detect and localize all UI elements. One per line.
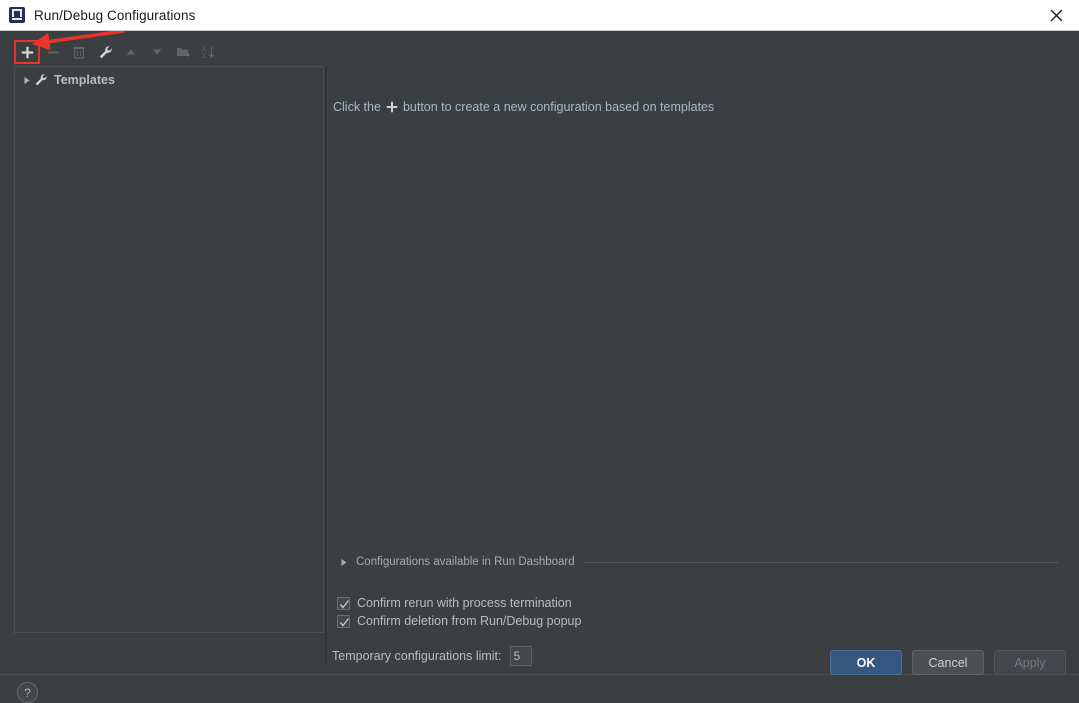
wrench-icon	[33, 72, 49, 88]
sort-configurations-button: A Z	[196, 40, 222, 64]
checkmark-icon	[339, 617, 350, 627]
copy-configuration-button	[66, 40, 92, 64]
run-dashboard-section[interactable]: Configurations available in Run Dashboar…	[336, 554, 1060, 570]
window-titlebar: Run/Debug Configurations	[0, 0, 1079, 31]
question-mark-icon: ?	[24, 685, 31, 700]
move-into-folder-button	[170, 40, 196, 64]
remove-configuration-button	[40, 40, 66, 64]
help-button[interactable]: ?	[17, 682, 38, 703]
configurations-toolbar: A Z	[14, 39, 222, 65]
temp-configurations-limit-label: Temporary configurations limit:	[332, 649, 502, 663]
collapsed-triangle-icon[interactable]	[19, 73, 33, 87]
svg-text:A: A	[202, 48, 206, 54]
move-down-button	[144, 40, 170, 64]
close-icon	[1050, 9, 1063, 22]
confirm-delete-checkbox-row[interactable]: Confirm deletion from Run/Debug popup	[337, 614, 581, 628]
close-window-button[interactable]	[1033, 0, 1079, 30]
apply-button: Apply	[994, 650, 1066, 675]
wrench-icon	[98, 45, 113, 60]
checkmark-icon	[339, 599, 350, 609]
copy-icon	[72, 45, 86, 59]
sort-az-icon: A Z	[202, 45, 216, 59]
temp-configurations-limit-input[interactable]	[509, 646, 532, 666]
confirm-delete-label: Confirm deletion from Run/Debug popup	[357, 614, 582, 628]
add-configuration-button[interactable]	[14, 40, 40, 64]
configurations-tree-panel[interactable]: Templates	[14, 66, 324, 633]
empty-state-hint: Click the button to create a new configu…	[333, 100, 714, 114]
confirm-rerun-checkbox[interactable]	[337, 596, 350, 610]
arrow-up-icon	[125, 46, 137, 58]
confirm-rerun-label: Confirm rerun with process termination	[357, 596, 572, 610]
cancel-button[interactable]: Cancel	[912, 650, 984, 675]
confirm-delete-checkbox[interactable]	[337, 614, 350, 628]
svg-text:Z: Z	[202, 54, 206, 59]
confirm-rerun-checkbox-row[interactable]: Confirm rerun with process termination	[337, 596, 572, 610]
tree-item-templates[interactable]: Templates	[15, 69, 323, 91]
arrow-down-icon	[151, 46, 163, 58]
intellij-idea-icon	[9, 7, 25, 23]
dialog-body: A Z Templates Click the button to create…	[0, 31, 1079, 703]
section-divider	[583, 561, 1058, 563]
collapsed-triangle-icon[interactable]	[336, 555, 350, 569]
hint-prefix: Click the	[333, 100, 381, 114]
run-dashboard-label: Configurations available in Run Dashboar…	[356, 556, 575, 568]
panel-splitter[interactable]	[325, 66, 327, 663]
plus-icon	[386, 101, 398, 113]
edit-templates-button[interactable]	[92, 40, 118, 64]
window-title: Run/Debug Configurations	[34, 7, 196, 23]
plus-icon	[21, 46, 34, 59]
move-up-button	[118, 40, 144, 64]
temp-configurations-limit-row: Temporary configurations limit:	[332, 646, 532, 666]
hint-suffix: button to create a new configuration bas…	[402, 100, 715, 114]
dialog-buttons: OK Cancel Apply	[830, 650, 1066, 675]
tree-item-label: Templates	[54, 73, 115, 87]
ok-button[interactable]: OK	[830, 650, 902, 675]
folder-move-icon	[176, 45, 190, 59]
minus-icon	[47, 46, 60, 59]
